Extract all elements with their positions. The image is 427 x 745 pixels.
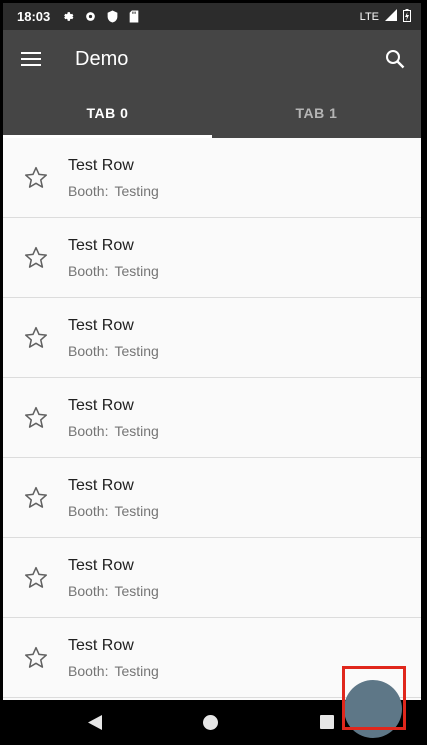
signal-icon	[385, 9, 397, 24]
row-title: Test Row	[68, 477, 134, 494]
row-sub-value: Testing	[114, 263, 159, 279]
row-subtitle: Booth: Testing	[68, 503, 159, 519]
tab-bar: TAB 0 TAB 1	[3, 88, 421, 138]
search-icon	[386, 50, 405, 69]
star-outline-icon[interactable]	[23, 245, 49, 271]
back-icon[interactable]	[87, 714, 103, 731]
row-sub-label: Booth:	[68, 263, 109, 279]
app-screen: 18:03 LTE Demo TAB 0 TAB 1 Test Row Boot…	[3, 3, 421, 700]
star-outline-icon[interactable]	[23, 645, 49, 671]
shield-icon	[104, 9, 120, 25]
row-subtitle: Booth: Testing	[68, 263, 159, 279]
row-sub-value: Testing	[114, 423, 159, 439]
star-outline-icon[interactable]	[23, 325, 49, 351]
row-subtitle: Booth: Testing	[68, 423, 159, 439]
app-bar: Demo TAB 0 TAB 1	[3, 30, 421, 138]
row-subtitle: Booth: Testing	[68, 583, 159, 599]
network-type: LTE	[359, 10, 379, 23]
status-bar: 18:03 LTE	[3, 3, 421, 30]
toolbar: Demo	[3, 30, 421, 88]
row-sub-label: Booth:	[68, 663, 109, 679]
menu-icon	[21, 52, 41, 66]
row-sub-value: Testing	[114, 663, 159, 679]
list-item[interactable]: Test Row Booth: Testing	[3, 218, 421, 298]
tab-0[interactable]: TAB 0	[3, 88, 212, 138]
star-outline-icon[interactable]	[23, 165, 49, 191]
row-sub-label: Booth:	[68, 423, 109, 439]
menu-button[interactable]	[3, 31, 59, 87]
row-title: Test Row	[68, 317, 134, 334]
row-sub-label: Booth:	[68, 583, 109, 599]
status-time: 18:03	[17, 9, 51, 24]
row-list: Test Row Booth: Testing Test Row Booth: Te…	[3, 138, 421, 698]
row-sub-value: Testing	[114, 503, 159, 519]
row-subtitle: Booth: Testing	[68, 183, 159, 199]
row-sub-label: Booth:	[68, 183, 109, 199]
battery-icon	[403, 8, 411, 25]
list-item[interactable]: Test Row Booth: Testing	[3, 378, 421, 458]
highlight-box	[342, 666, 406, 730]
row-sub-label: Booth:	[68, 343, 109, 359]
star-outline-icon[interactable]	[23, 485, 49, 511]
row-title: Test Row	[68, 637, 134, 654]
tab-label: TAB 0	[86, 105, 129, 121]
list-item[interactable]: Test Row Booth: Testing	[3, 538, 421, 618]
row-title: Test Row	[68, 397, 134, 414]
list-item[interactable]: Test Row Booth: Testing	[3, 458, 421, 538]
search-button[interactable]	[371, 35, 419, 83]
row-subtitle: Booth: Testing	[68, 663, 159, 679]
row-sub-value: Testing	[114, 343, 159, 359]
sd-card-icon	[126, 9, 142, 25]
star-outline-icon[interactable]	[23, 405, 49, 431]
gear-icon	[82, 9, 98, 25]
row-title: Test Row	[68, 237, 134, 254]
row-title: Test Row	[68, 157, 134, 174]
recents-icon[interactable]	[320, 715, 334, 729]
home-icon[interactable]	[203, 715, 218, 730]
row-sub-value: Testing	[114, 583, 159, 599]
row-title: Test Row	[68, 557, 134, 574]
tab-label: TAB 1	[295, 105, 338, 121]
gear-icon	[60, 9, 76, 25]
star-outline-icon[interactable]	[23, 565, 49, 591]
row-sub-value: Testing	[114, 183, 159, 199]
list-item[interactable]: Test Row Booth: Testing	[3, 138, 421, 218]
app-title: Demo	[75, 47, 129, 70]
tab-1[interactable]: TAB 1	[212, 88, 421, 138]
row-sub-label: Booth:	[68, 503, 109, 519]
status-right: LTE	[359, 8, 411, 25]
list-item[interactable]: Test Row Booth: Testing	[3, 298, 421, 378]
row-subtitle: Booth: Testing	[68, 343, 159, 359]
